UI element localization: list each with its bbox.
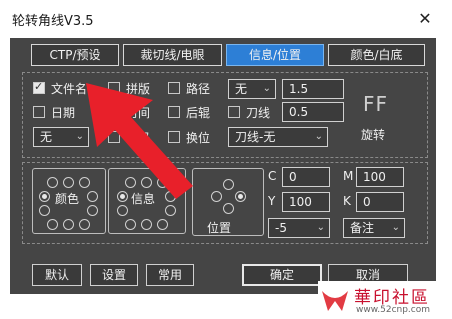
chevron-down-icon: ⌄ bbox=[316, 222, 325, 233]
rear-roller-checkbox[interactable] bbox=[168, 106, 180, 118]
position-radio-selected[interactable] bbox=[117, 191, 128, 202]
rotate-ff-icon: FF bbox=[363, 92, 389, 116]
tab-cut-line[interactable]: 裁切线/电眼 bbox=[123, 44, 222, 66]
watermark: 華印社區 www.52cnp.com bbox=[318, 281, 452, 319]
date-label: 日期 bbox=[51, 106, 76, 120]
tab-color-white[interactable]: 颜色/白底 bbox=[328, 44, 425, 66]
rotate-label: 旋转 bbox=[361, 128, 386, 142]
position-radio[interactable] bbox=[79, 177, 90, 188]
chevron-down-icon: ⌄ bbox=[314, 131, 323, 142]
ok-button[interactable]: 确定 bbox=[242, 264, 322, 286]
location-position-group[interactable]: 位置 bbox=[192, 168, 264, 236]
stitch-label: 拼版 bbox=[126, 82, 151, 96]
position-radio[interactable] bbox=[63, 219, 74, 230]
position-radio[interactable] bbox=[39, 205, 50, 216]
knife-line-checkbox[interactable] bbox=[228, 106, 240, 118]
note-select[interactable]: 备注 ⌄ bbox=[343, 218, 405, 238]
title-bar: 轮转角线V3.5 ✕ bbox=[0, 0, 452, 38]
tab-ctp-preset[interactable]: CTP/预设 bbox=[31, 44, 119, 66]
knife-input[interactable]: 0.5 bbox=[282, 102, 344, 122]
date-checkbox[interactable] bbox=[33, 106, 45, 118]
dialog-client: CTP/预设 裁切线/电眼 信息/位置 颜色/白底 文件名 拼版 路径 无 ⌄ … bbox=[10, 38, 436, 294]
close-icon[interactable]: ✕ bbox=[413, 8, 437, 30]
offset-select[interactable]: -5 ⌄ bbox=[268, 218, 330, 238]
watermark-url: www.52cnp.com bbox=[356, 305, 431, 315]
position-radio[interactable] bbox=[141, 177, 152, 188]
position-radio[interactable] bbox=[125, 219, 136, 230]
path-label: 路径 bbox=[186, 82, 211, 96]
swap-position-label: 换位 bbox=[186, 131, 211, 145]
position-radio[interactable] bbox=[125, 177, 136, 188]
position-radio[interactable] bbox=[165, 205, 176, 216]
chevron-down-icon: ⌄ bbox=[262, 83, 271, 94]
rotate-button[interactable]: FF 旋转 bbox=[355, 90, 401, 142]
default-button[interactable]: 默认 bbox=[32, 264, 82, 286]
tab-info-position[interactable]: 信息/位置 bbox=[226, 44, 324, 66]
knife-select[interactable]: 刀线-无 ⌄ bbox=[228, 127, 328, 147]
position-radio[interactable] bbox=[141, 219, 152, 230]
page-label: 页码 bbox=[126, 131, 151, 145]
size-input[interactable]: 1.5 bbox=[282, 79, 344, 99]
info-position-group[interactable]: 信息 bbox=[108, 168, 186, 234]
stitch-checkbox[interactable] bbox=[108, 82, 120, 94]
swap-position-checkbox[interactable] bbox=[168, 131, 180, 143]
settings-button[interactable]: 设置 bbox=[90, 264, 138, 286]
y-input[interactable]: 100 bbox=[282, 192, 330, 212]
chevron-down-icon: ⌄ bbox=[75, 131, 84, 142]
c-input[interactable]: 0 bbox=[282, 167, 330, 187]
y-label: Y bbox=[268, 194, 276, 208]
window-title: 轮转角线V3.5 bbox=[12, 14, 94, 29]
k-label: K bbox=[343, 194, 351, 208]
position-radio[interactable] bbox=[79, 219, 90, 230]
position-radio[interactable] bbox=[211, 191, 222, 202]
filename-label: 文件名 bbox=[51, 82, 88, 96]
position-radio[interactable] bbox=[47, 219, 58, 230]
common-button[interactable]: 常用 bbox=[146, 264, 194, 286]
position-radio[interactable] bbox=[87, 205, 98, 216]
chevron-down-icon: ⌄ bbox=[391, 222, 400, 233]
filename-checkbox[interactable] bbox=[33, 80, 45, 94]
position-radio[interactable] bbox=[223, 203, 234, 214]
location-group-label: 位置 bbox=[207, 221, 232, 235]
position-radio[interactable] bbox=[223, 179, 234, 190]
color-position-group[interactable]: 颜色 bbox=[32, 168, 106, 234]
note-select-value: 备注 bbox=[350, 221, 375, 235]
color-group-label: 颜色 bbox=[55, 192, 80, 206]
rear-roller-label: 后辊 bbox=[186, 106, 211, 120]
k-input[interactable]: 0 bbox=[356, 192, 404, 212]
mode-select[interactable]: 无 ⌄ bbox=[228, 79, 276, 99]
mode-select-value: 无 bbox=[235, 82, 248, 96]
left-select-value: 无 bbox=[40, 130, 53, 144]
m-input[interactable]: 100 bbox=[356, 167, 404, 187]
page-checkbox[interactable] bbox=[108, 131, 120, 143]
path-checkbox[interactable] bbox=[168, 82, 180, 94]
position-radio[interactable] bbox=[157, 177, 168, 188]
position-radio[interactable] bbox=[157, 219, 168, 230]
m-label: M bbox=[343, 169, 354, 183]
info-group-label: 信息 bbox=[131, 192, 156, 206]
watermark-logo-icon bbox=[322, 291, 348, 311]
position-radio-selected[interactable] bbox=[235, 191, 246, 202]
position-radio-selected[interactable] bbox=[39, 191, 50, 202]
time-label: 时间 bbox=[126, 106, 151, 120]
position-radio[interactable] bbox=[63, 177, 74, 188]
offset-select-value: -5 bbox=[275, 221, 287, 235]
position-radio[interactable] bbox=[87, 191, 98, 202]
knife-line-label: 刀线 bbox=[246, 106, 271, 120]
c-label: C bbox=[268, 169, 277, 183]
knife-select-value: 刀线-无 bbox=[235, 130, 276, 144]
position-radio[interactable] bbox=[47, 177, 58, 188]
left-select[interactable]: 无 ⌄ bbox=[33, 127, 89, 147]
time-checkbox[interactable] bbox=[108, 106, 120, 118]
position-radio[interactable] bbox=[117, 205, 128, 216]
position-radio[interactable] bbox=[165, 191, 176, 202]
